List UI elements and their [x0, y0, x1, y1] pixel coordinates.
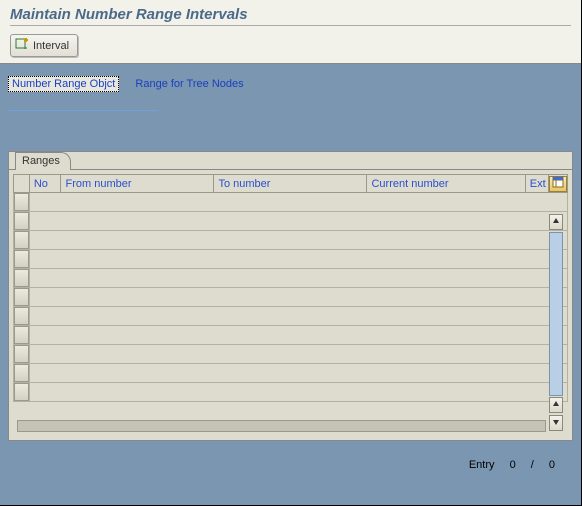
table-row[interactable] [14, 193, 568, 212]
row-selector[interactable] [14, 307, 29, 325]
row-selector[interactable] [14, 212, 29, 230]
number-range-object-label[interactable]: Number Range Objct [8, 76, 119, 92]
table-row[interactable] [14, 269, 568, 288]
row-selector[interactable] [14, 383, 29, 401]
page-title: Maintain Number Range Intervals [10, 6, 571, 23]
interval-button-label: Interval [33, 40, 69, 52]
chevron-up-icon [552, 399, 560, 411]
table-row[interactable] [14, 250, 568, 269]
field-underline [8, 110, 158, 111]
col-no[interactable]: No [29, 175, 61, 193]
col-ext[interactable]: Ext [525, 175, 548, 193]
scroll-up-button[interactable] [549, 214, 563, 230]
scroll-up-button-2[interactable] [549, 397, 563, 413]
table-row[interactable] [14, 288, 568, 307]
col-selector[interactable] [14, 175, 30, 193]
add-interval-icon [15, 37, 29, 54]
table-row[interactable] [14, 212, 568, 231]
row-selector[interactable] [14, 364, 29, 382]
entry-total: 0 [549, 459, 555, 471]
table-row[interactable] [14, 364, 568, 383]
row-selector[interactable] [14, 193, 29, 211]
tab-ranges[interactable]: Ranges [15, 152, 71, 170]
horizontal-scrollbar[interactable] [17, 420, 546, 432]
row-selector[interactable] [14, 326, 29, 344]
interval-button[interactable]: Interval [10, 34, 78, 57]
ranges-panel: Ranges No From number To number Current … [8, 151, 573, 441]
col-to-number[interactable]: To number [214, 175, 367, 193]
row-selector[interactable] [14, 345, 29, 363]
range-tree-nodes-label: Range for Tree Nodes [132, 77, 246, 91]
vertical-scrollbar[interactable] [549, 232, 563, 396]
entry-label: Entry [469, 459, 495, 471]
row-selector[interactable] [14, 250, 29, 268]
ranges-table: No From number To number Current number … [13, 174, 568, 402]
chevron-down-icon [552, 417, 560, 429]
table-row[interactable] [14, 326, 568, 345]
row-selector[interactable] [14, 231, 29, 249]
title-divider [10, 25, 571, 26]
table-row[interactable] [14, 345, 568, 364]
table-row[interactable] [14, 231, 568, 250]
col-current-number[interactable]: Current number [367, 175, 525, 193]
table-row[interactable] [14, 307, 568, 326]
scroll-down-button[interactable] [549, 415, 563, 431]
row-selector[interactable] [14, 269, 29, 287]
entry-separator: / [531, 459, 534, 471]
entry-current: 0 [510, 459, 516, 471]
chevron-up-icon [552, 216, 560, 228]
table-settings-icon [552, 176, 564, 191]
table-row[interactable] [14, 383, 568, 402]
col-from-number[interactable]: From number [61, 175, 214, 193]
row-selector[interactable] [14, 288, 29, 306]
entry-counter: Entry 0 / 0 [0, 459, 561, 471]
configure-columns-button[interactable] [549, 176, 567, 192]
